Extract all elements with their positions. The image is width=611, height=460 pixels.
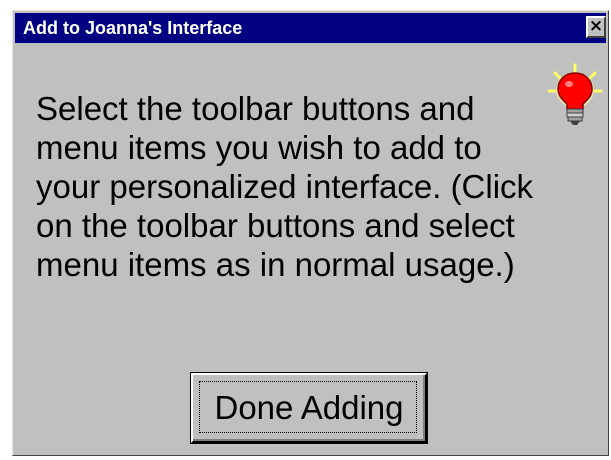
instruction-line: your personalized interface. (Click bbox=[36, 168, 534, 205]
close-icon: × bbox=[588, 16, 604, 36]
instruction-line: Select the toolbar buttons and bbox=[36, 90, 475, 127]
window-title: Add to Joanna's Interface bbox=[23, 18, 243, 38]
instruction-line: menu items as in normal usage.) bbox=[36, 246, 515, 283]
title-bar[interactable]: Add to Joanna's Interface × bbox=[15, 13, 606, 43]
done-adding-label: Done Adding bbox=[214, 389, 404, 426]
close-button[interactable]: × bbox=[586, 16, 606, 38]
done-adding-button[interactable]: Done Adding bbox=[191, 373, 427, 443]
instruction-line: menu items you wish to add to bbox=[36, 129, 482, 166]
instruction-text: Select the toolbar buttons and menu item… bbox=[36, 89, 556, 284]
instruction-line: on the toolbar buttons and select bbox=[36, 207, 515, 244]
dialog-window: Add to Joanna's Interface × Select the t… bbox=[12, 10, 609, 456]
